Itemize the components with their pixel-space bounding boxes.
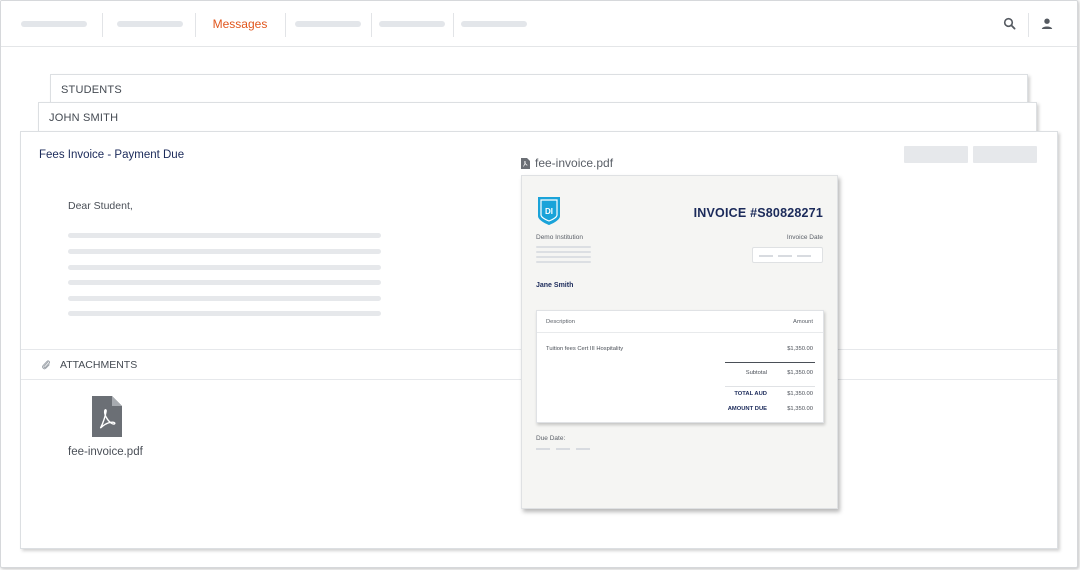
nav-item-messages[interactable]: Messages (196, 1, 284, 47)
message-body-line (68, 249, 381, 254)
message-body-line (68, 296, 381, 301)
institution-logo: DI (538, 197, 560, 225)
line-item-amount: $1,350.00 (787, 346, 813, 352)
nav-separator (371, 13, 372, 37)
subtotal-value: $1,350.00 (787, 370, 813, 376)
paperclip-icon (42, 360, 50, 370)
due-date-placeholder (536, 448, 550, 450)
top-nav: Messages (1, 1, 1077, 47)
nav-separator (453, 13, 454, 37)
message-body-line (68, 311, 381, 316)
pdf-small-icon (521, 157, 530, 169)
invoice-table: Description Amount Tuition fees Cert III… (536, 310, 824, 423)
due-date-placeholder (556, 448, 570, 450)
action-button[interactable] (973, 146, 1037, 163)
search-icon[interactable] (1002, 16, 1018, 32)
pdf-file-icon[interactable] (92, 396, 122, 437)
invoice-date-label: Invoice Date (786, 234, 823, 241)
attachments-header: ATTACHMENTS (60, 359, 138, 371)
preview-header: fee-invoice.pdf (521, 156, 613, 170)
student-name: JOHN SMITH (49, 112, 119, 124)
due-date-placeholder (576, 448, 590, 450)
attachment-file-name[interactable]: fee-invoice.pdf (68, 446, 143, 458)
invoice-preview[interactable]: DI INVOICE #S80828271 Demo Institution I… (521, 175, 838, 509)
action-button[interactable] (904, 146, 968, 163)
nav-item-placeholder[interactable] (379, 21, 445, 27)
due-date-label: Due Date: (536, 435, 566, 442)
address-line (536, 246, 591, 248)
logo-text: DI (545, 207, 553, 216)
nav-separator (285, 13, 286, 37)
app-window: Messages STUDENTS JOHN SMITH Fees Invoic… (0, 0, 1078, 568)
preview-file-name: fee-invoice.pdf (535, 156, 614, 170)
nav-item-placeholder[interactable] (295, 21, 361, 27)
amount-due-label: AMOUNT DUE (727, 406, 767, 412)
address-line (536, 251, 591, 253)
col-amount: Amount (793, 319, 813, 325)
nav-separator (102, 13, 103, 37)
nav-item-placeholder[interactable] (117, 21, 183, 27)
total-value: $1,350.00 (787, 391, 813, 397)
message-greeting: Dear Student, (68, 200, 133, 212)
line-item-description: Tuition fees Cert III Hospitality (546, 346, 624, 352)
message-subject: Fees Invoice - Payment Due (39, 149, 185, 161)
amount-due-value: $1,350.00 (787, 406, 813, 412)
invoice-date-field (752, 247, 823, 263)
total-label: TOTAL AUD (734, 391, 767, 397)
message-body-line (68, 265, 381, 270)
address-line (536, 261, 591, 263)
bill-to-name: Jane Smith (536, 282, 574, 289)
col-description: Description (546, 319, 575, 325)
message-body-line (68, 233, 381, 238)
message-body-line (68, 280, 381, 285)
subtotal-label: Subtotal (745, 370, 767, 376)
nav-separator (1028, 13, 1029, 37)
students-label: STUDENTS (61, 84, 122, 96)
invoice-title: INVOICE #S80828271 (693, 206, 823, 220)
nav-item-placeholder[interactable] (461, 21, 527, 27)
nav-item-placeholder[interactable] (21, 21, 87, 27)
address-line (536, 256, 591, 258)
user-icon[interactable] (1039, 16, 1055, 32)
institution-name: Demo Institution (536, 234, 583, 241)
